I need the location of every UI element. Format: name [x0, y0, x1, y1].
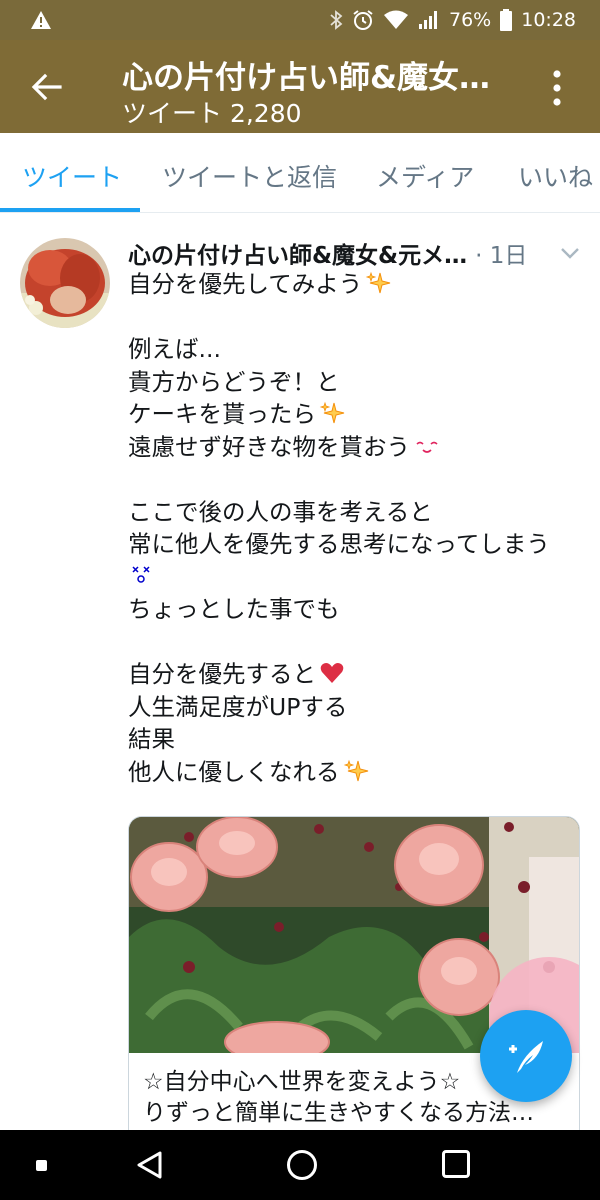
tweet-line: 結果: [128, 725, 175, 753]
tweet-line: ちょっとした事でも: [128, 595, 340, 623]
wifi-icon: [384, 10, 408, 29]
battery-percent: 76%: [449, 9, 492, 31]
author-name[interactable]: 心の片付け占い師&魔女&元メ…: [128, 236, 467, 270]
nav-back-icon[interactable]: [134, 1150, 164, 1180]
card-title-line: りずっと簡単に生きやすくなる方法…: [143, 1100, 534, 1126]
tab-label: ツイート: [22, 163, 123, 192]
nav-menu-icon[interactable]: [36, 1160, 47, 1171]
active-tab-indicator: [0, 208, 140, 212]
chevron-down-icon[interactable]: [560, 246, 580, 260]
alarm-icon: [353, 10, 373, 30]
tab-label: ツイートと返信: [162, 163, 338, 192]
tab-tweets-and-replies[interactable]: ツイートと返信: [140, 133, 354, 212]
tab-media[interactable]: メディア: [354, 133, 496, 212]
avatar[interactable]: [20, 238, 110, 328]
back-arrow-icon[interactable]: [30, 70, 64, 104]
tweet-line: 他人に優しくなれる: [128, 756, 593, 789]
more-options-icon[interactable]: [548, 68, 566, 108]
smile-emoticon-icon: [416, 441, 438, 453]
tweet-line: 自分を優先してみよう: [128, 268, 593, 301]
profile-tabs: ツイート ツイートと返信 メディア いいね: [0, 133, 600, 213]
system-nav-bar: [0, 1130, 600, 1200]
bluetooth-icon: [330, 10, 343, 30]
signal-icon: [419, 11, 437, 29]
tweet-text: 自分を優先してみよう 例えば... 貴方からどうぞ！と ケーキを貰ったら 遠慮せ…: [128, 268, 593, 788]
tab-likes[interactable]: いいね: [496, 133, 600, 212]
tab-label: メディア: [376, 163, 475, 192]
sparkles-icon: [343, 759, 368, 781]
tweet-line: 遠慮せず好きな物を貰おう: [128, 431, 593, 464]
clock: 10:28: [521, 9, 576, 31]
heart-icon: [320, 663, 344, 683]
warning-icon: [31, 11, 51, 29]
tab-tweets[interactable]: ツイート: [0, 133, 140, 212]
tweet-line: ケーキを貰ったら: [128, 398, 593, 431]
tweet-count: ツイート 2,280: [122, 99, 302, 128]
tab-label: いいね: [518, 163, 594, 192]
tweet-line: 貴方からどうぞ！と: [128, 367, 340, 396]
tweet-header: 心の片付け占い師&魔女&元メ… · 1日: [128, 236, 588, 270]
tweet-line: 人生満足度がUPする: [128, 692, 348, 721]
compose-tweet-button[interactable]: [480, 1010, 572, 1102]
tweet-line: [128, 561, 593, 594]
surprised-emoticon-icon: [132, 565, 150, 583]
nav-recents-icon[interactable]: [442, 1150, 470, 1178]
profile-header: 心の片付け占い師&魔女… ツイート 2,280: [0, 40, 600, 133]
tweet-line: 自分を優先すると: [128, 658, 593, 691]
battery-icon: [500, 9, 513, 31]
tweet-line: 常に他人を優先する思考になってしまう: [128, 530, 550, 558]
nav-home-icon[interactable]: [287, 1150, 317, 1180]
tweet-line: ここで後の人の事を考えると: [128, 497, 433, 526]
sparkles-icon: [319, 401, 345, 424]
tweet-time[interactable]: · 1日: [475, 236, 527, 270]
sparkles-icon: [366, 271, 391, 294]
profile-title: 心の片付け占い師&魔女…: [122, 60, 491, 96]
status-bar: 76% 10:28: [0, 0, 600, 40]
compose-feather-icon: [509, 1041, 543, 1073]
tweet-line: 例えば...: [128, 335, 221, 363]
